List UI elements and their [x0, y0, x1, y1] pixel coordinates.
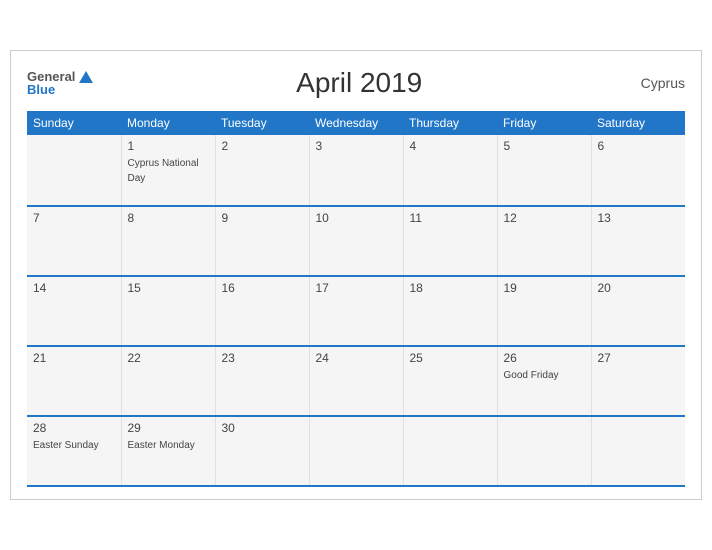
day-number: 23 [222, 351, 303, 365]
day-cell: 15 [121, 276, 215, 346]
day-number: 13 [598, 211, 680, 225]
day-cell [591, 416, 685, 486]
day-number: 7 [33, 211, 115, 225]
day-cell: 7 [27, 206, 121, 276]
col-header-monday: Monday [121, 111, 215, 135]
day-number: 9 [222, 211, 303, 225]
day-cell: 23 [215, 346, 309, 416]
day-number: 8 [128, 211, 209, 225]
day-number: 14 [33, 281, 115, 295]
week-row-4: 28 Easter Sunday 29 Easter Monday 30 [27, 416, 685, 486]
day-number: 16 [222, 281, 303, 295]
day-cell [27, 135, 121, 206]
day-cell: 13 [591, 206, 685, 276]
day-cell: 26 Good Friday [497, 346, 591, 416]
day-cell [497, 416, 591, 486]
day-cell: 28 Easter Sunday [27, 416, 121, 486]
week-row-3: 21 22 23 24 25 26 Good Friday 27 [27, 346, 685, 416]
logo-blue-text: Blue [27, 83, 93, 96]
day-cell: 5 [497, 135, 591, 206]
day-number: 2 [222, 139, 303, 153]
day-cell: 22 [121, 346, 215, 416]
logo-triangle-icon [79, 71, 93, 83]
col-header-tuesday: Tuesday [215, 111, 309, 135]
day-cell: 30 [215, 416, 309, 486]
col-header-thursday: Thursday [403, 111, 497, 135]
day-cell: 8 [121, 206, 215, 276]
day-cell: 17 [309, 276, 403, 346]
day-cell: 27 [591, 346, 685, 416]
day-number: 15 [128, 281, 209, 295]
day-number: 5 [504, 139, 585, 153]
day-number: 10 [316, 211, 397, 225]
day-cell [403, 416, 497, 486]
day-event: Good Friday [504, 370, 559, 381]
week-row-2: 14 15 16 17 18 19 20 [27, 276, 685, 346]
week-row-1: 789 10 11 12 13 [27, 206, 685, 276]
day-number: 30 [222, 421, 303, 435]
day-number: 19 [504, 281, 585, 295]
day-cell: 2 [215, 135, 309, 206]
calendar-header-row: SundayMondayTuesdayWednesdayThursdayFrid… [27, 111, 685, 135]
day-cell: 20 [591, 276, 685, 346]
day-event: Easter Sunday [33, 440, 99, 451]
calendar-grid: SundayMondayTuesdayWednesdayThursdayFrid… [27, 111, 685, 487]
day-number: 22 [128, 351, 209, 365]
day-number: 11 [410, 211, 491, 225]
day-cell: 24 [309, 346, 403, 416]
day-number: 17 [316, 281, 397, 295]
day-cell: 3 [309, 135, 403, 206]
day-cell: 25 [403, 346, 497, 416]
day-cell: 14 [27, 276, 121, 346]
day-cell: 18 [403, 276, 497, 346]
day-cell: 9 [215, 206, 309, 276]
day-number: 24 [316, 351, 397, 365]
calendar-title: April 2019 [93, 67, 625, 99]
day-cell: 1 Cyprus National Day [121, 135, 215, 206]
calendar-header: General Blue April 2019 Cyprus [27, 67, 685, 99]
day-number: 26 [504, 351, 585, 365]
day-event: Easter Monday [128, 440, 195, 451]
day-number: 4 [410, 139, 491, 153]
day-cell: 10 [309, 206, 403, 276]
day-number: 12 [504, 211, 585, 225]
day-cell: 12 [497, 206, 591, 276]
day-number: 29 [128, 421, 209, 435]
col-header-friday: Friday [497, 111, 591, 135]
calendar-container: General Blue April 2019 Cyprus SundayMon… [10, 50, 702, 500]
col-header-sunday: Sunday [27, 111, 121, 135]
day-number: 28 [33, 421, 115, 435]
logo: General Blue [27, 70, 93, 96]
day-cell: 6 [591, 135, 685, 206]
week-row-0: 1 Cyprus National Day 23456 [27, 135, 685, 206]
day-number: 25 [410, 351, 491, 365]
col-header-saturday: Saturday [591, 111, 685, 135]
day-number: 6 [598, 139, 680, 153]
day-cell: 16 [215, 276, 309, 346]
day-number: 18 [410, 281, 491, 295]
calendar-country: Cyprus [625, 75, 685, 91]
day-cell: 4 [403, 135, 497, 206]
day-number: 27 [598, 351, 680, 365]
day-cell: 29 Easter Monday [121, 416, 215, 486]
day-number: 20 [598, 281, 680, 295]
col-header-wednesday: Wednesday [309, 111, 403, 135]
day-cell: 19 [497, 276, 591, 346]
day-number: 21 [33, 351, 115, 365]
day-cell [309, 416, 403, 486]
day-cell: 11 [403, 206, 497, 276]
day-cell: 21 [27, 346, 121, 416]
day-number: 1 [128, 139, 209, 153]
day-number: 3 [316, 139, 397, 153]
day-event: Cyprus National Day [128, 158, 199, 184]
